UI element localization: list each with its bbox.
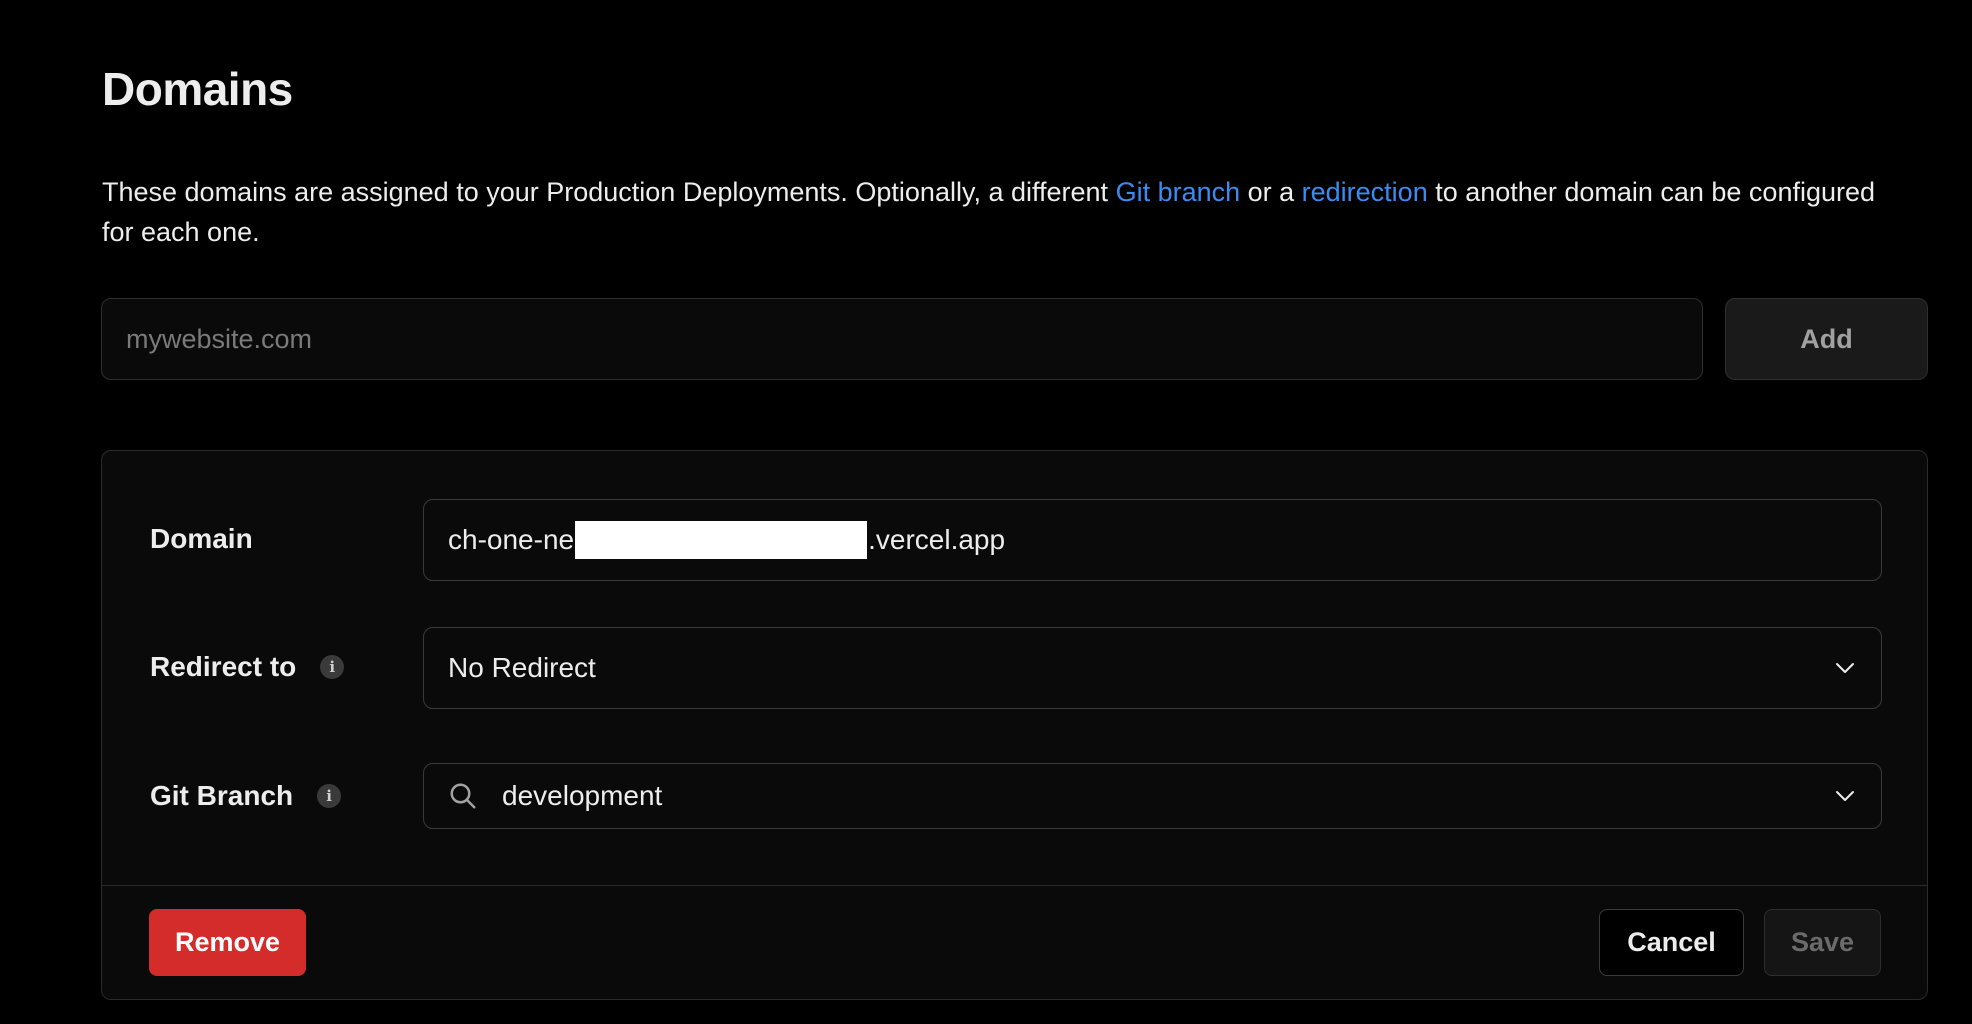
page-title: Domains [102, 63, 293, 115]
chevron-down-icon [1836, 663, 1854, 673]
git-branch-value: development [502, 780, 663, 811]
description-text: or a [1240, 177, 1302, 207]
page-description: These domains are assigned to your Produ… [102, 172, 1902, 252]
domains-page: Domains These domains are assigned to yo… [0, 0, 1972, 1024]
chevron-down-icon[interactable] [1833, 784, 1857, 808]
description-text: These domains are assigned to your Produ… [102, 177, 1116, 207]
info-icon[interactable]: i [317, 784, 342, 808]
cancel-button[interactable]: Cancel [1599, 909, 1744, 976]
git-branch-field-label: Git Branch i [150, 776, 342, 816]
domain-value-suffix: .vercel.app [868, 524, 1006, 555]
redirect-selected-value: No Redirect [448, 652, 596, 683]
add-domain-input[interactable] [101, 298, 1703, 380]
domain-label-text: Domain [150, 523, 253, 554]
git-branch-link[interactable]: Git branch [1116, 177, 1241, 207]
info-icon[interactable]: i [320, 655, 345, 679]
redirect-select[interactable]: No Redirect [423, 627, 1882, 709]
search-icon [450, 783, 476, 809]
domain-settings-card: Domain ch-one-ne .vercel.app Redirect to … [101, 450, 1928, 1000]
domain-value-prefix: ch-one-ne [448, 524, 575, 555]
add-domain-button[interactable]: Add [1725, 298, 1928, 380]
git-branch-combobox[interactable]: development [423, 763, 1882, 829]
redirect-field-label: Redirect to i [150, 647, 345, 687]
redirect-label-text: Redirect to [150, 651, 297, 682]
card-footer: Remove Cancel Save [102, 885, 1927, 999]
redacted-block [575, 521, 868, 559]
redirection-link[interactable]: redirection [1302, 177, 1428, 207]
git-branch-label-text: Git Branch [150, 780, 294, 811]
save-button[interactable]: Save [1764, 909, 1881, 976]
domain-name-field[interactable]: ch-one-ne .vercel.app [423, 499, 1882, 581]
remove-button[interactable]: Remove [149, 909, 306, 976]
domain-field-label: Domain [150, 519, 253, 559]
